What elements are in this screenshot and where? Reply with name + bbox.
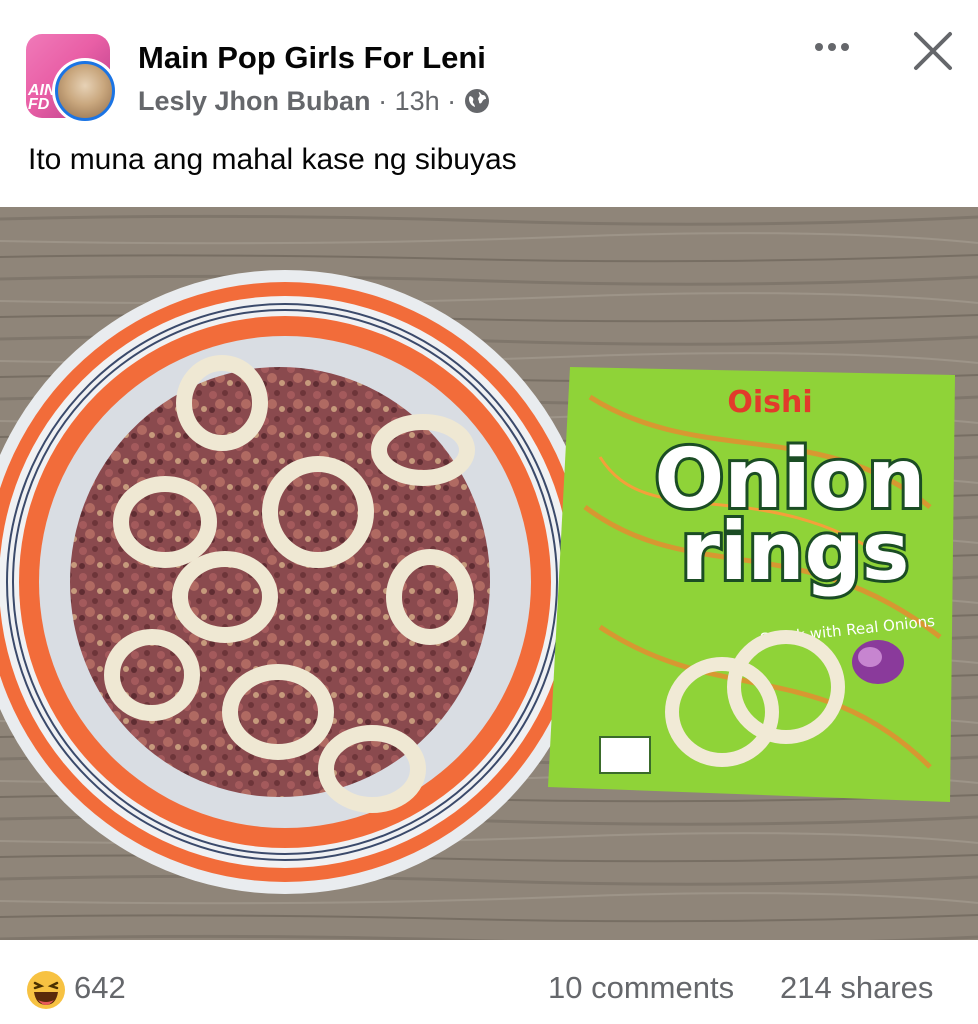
laughing-emoji-icon[interactable]: [26, 970, 66, 1010]
reaction-count[interactable]: 642: [74, 970, 126, 1006]
bag-title-line2: rings: [681, 505, 910, 598]
close-icon: [914, 32, 952, 70]
post-photo[interactable]: Oishi Onion rings Snack with Real Onions: [0, 207, 978, 940]
more-options-button[interactable]: [808, 30, 858, 64]
comments-count[interactable]: 10 comments: [548, 970, 734, 1006]
shares-count[interactable]: 214 shares: [780, 970, 933, 1006]
bag-brand: Oishi: [727, 385, 812, 420]
post-photo-illustration: Oishi Onion rings Snack with Real Onions: [0, 207, 978, 940]
meta-separator: ·: [378, 86, 388, 116]
post-time[interactable]: 13h: [395, 86, 440, 116]
plate: [0, 270, 597, 894]
author-name[interactable]: Lesly Jhon Buban: [138, 86, 371, 116]
post-header: AIN FD Main Pop Girls For Leni Lesly Jhon…: [0, 0, 978, 135]
snack-bag: Oishi Onion rings Snack with Real Onions: [548, 367, 955, 802]
author-avatar-image: [55, 61, 115, 121]
globe-icon: [464, 89, 489, 113]
author-avatar[interactable]: [52, 58, 118, 124]
more-options-icon: [815, 43, 849, 51]
close-button[interactable]: [908, 26, 958, 76]
meta-separator-2: ·: [447, 86, 457, 116]
post-meta: Lesly Jhon Buban · 13h ·: [138, 86, 490, 117]
group-name[interactable]: Main Pop Girls For Leni: [138, 40, 486, 76]
post-caption: Ito muna ang mahal kase ng sibuyas: [28, 143, 517, 176]
